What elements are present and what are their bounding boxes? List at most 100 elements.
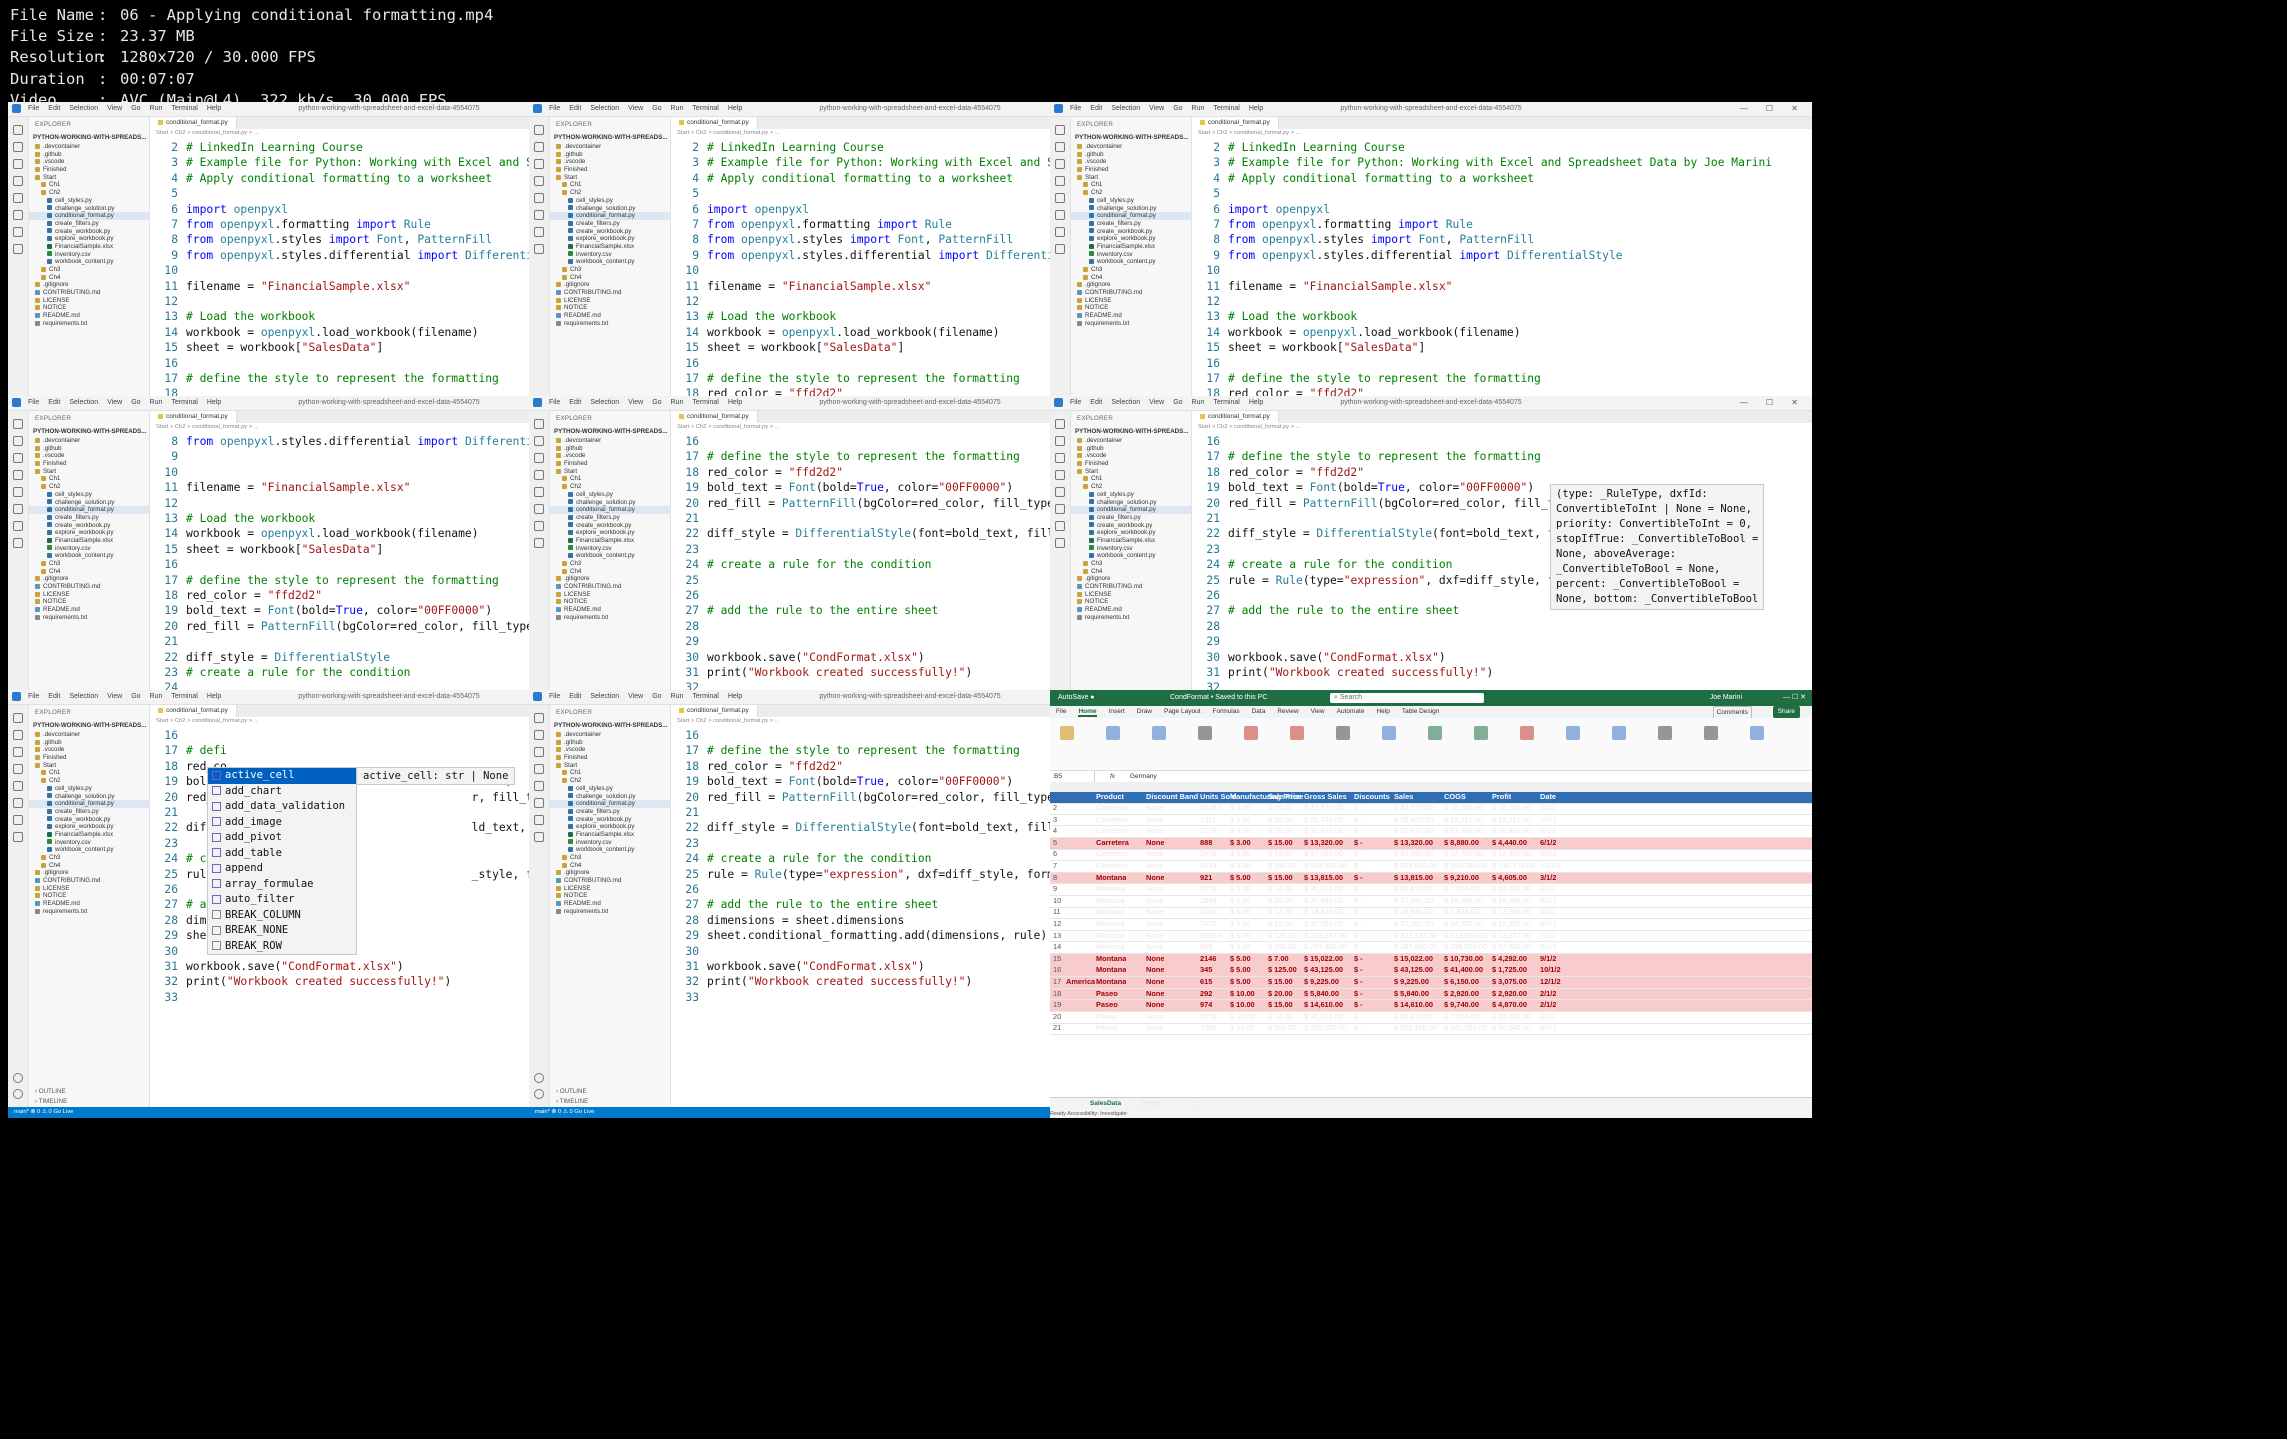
- explorer-icon[interactable]: [534, 419, 544, 429]
- tree-item[interactable]: .devcontainer: [1071, 437, 1191, 445]
- autocomplete-item[interactable]: auto_filter: [208, 892, 356, 908]
- tree-item[interactable]: workbook_content.py: [550, 258, 670, 266]
- tree-item[interactable]: .vscode: [29, 158, 149, 166]
- tree-item[interactable]: explore_workbook.py: [550, 823, 670, 831]
- tree-item[interactable]: create_filters.py: [550, 808, 670, 816]
- tree-item[interactable]: LICENSE: [550, 885, 670, 893]
- tree-item[interactable]: conditional_format.py: [29, 506, 149, 514]
- project-title[interactable]: PYTHON-WORKING-WITH-SPREADS...: [554, 428, 667, 435]
- run-debug-icon[interactable]: [1055, 470, 1065, 480]
- tree-item[interactable]: README.md: [550, 606, 670, 614]
- tree-item[interactable]: FinancialSample.xlsx: [1071, 537, 1191, 545]
- search-icon[interactable]: [534, 436, 544, 446]
- ribbon-button[interactable]: [1382, 726, 1396, 740]
- column-header[interactable]: COGS: [1444, 792, 1466, 803]
- source-control-icon[interactable]: [13, 747, 23, 757]
- column-header[interactable]: Discounts: [1354, 792, 1390, 803]
- tree-item[interactable]: cell_styles.py: [29, 491, 149, 499]
- tree-item[interactable]: challenge_solution.py: [1071, 499, 1191, 507]
- editor-tab[interactable]: conditional_format.py: [671, 117, 758, 129]
- table-row[interactable]: 4 Carretera None 2178 $ 3.00 $ 15.00 $ 32,670.…: [1050, 826, 1812, 838]
- tree-item[interactable]: create_workbook.py: [1071, 522, 1191, 530]
- tree-item[interactable]: Ch2: [550, 777, 670, 785]
- tree-item[interactable]: cell_styles.py: [550, 785, 670, 793]
- explorer-icon[interactable]: [1055, 419, 1065, 429]
- tree-item[interactable]: README.md: [1071, 606, 1191, 614]
- table-row[interactable]: 18 Paseo None 292 $ 10.00 $ 20.00 $ 5,840.00 $ …: [1050, 988, 1812, 1001]
- tree-item[interactable]: Ch1: [1071, 181, 1191, 189]
- tree-item[interactable]: Finished: [550, 460, 670, 468]
- explorer-icon[interactable]: [13, 125, 23, 135]
- tree-item[interactable]: explore_workbook.py: [1071, 235, 1191, 243]
- name-box[interactable]: B5: [1054, 771, 1095, 782]
- tree-item[interactable]: README.md: [550, 900, 670, 908]
- tree-item[interactable]: Ch4: [1071, 274, 1191, 282]
- tree-item[interactable]: requirements.txt: [550, 614, 670, 622]
- extensions-icon[interactable]: [13, 193, 23, 203]
- explorer-icon[interactable]: [13, 419, 23, 429]
- tree-item[interactable]: Ch3: [550, 266, 670, 274]
- tree-item[interactable]: Ch4: [29, 274, 149, 282]
- autocomplete-item[interactable]: add_table: [208, 846, 356, 862]
- user-name[interactable]: Joe Marini: [1710, 690, 1742, 706]
- tree-item[interactable]: FinancialSample.xlsx: [29, 537, 149, 545]
- run-debug-icon[interactable]: [13, 764, 23, 774]
- tree-item[interactable]: explore_workbook.py: [550, 529, 670, 537]
- editor-tab[interactable]: conditional_format.py: [150, 411, 237, 423]
- formula-value[interactable]: Germany: [1130, 771, 1157, 782]
- ribbon-tab-insert[interactable]: Insert: [1109, 708, 1125, 715]
- tree-item[interactable]: .gitignore: [29, 575, 149, 583]
- ribbon-button[interactable]: [1198, 726, 1212, 740]
- tree-item[interactable]: Ch4: [550, 274, 670, 282]
- tree-item[interactable]: inventory.csv: [29, 251, 149, 259]
- ribbon-button[interactable]: [1750, 726, 1764, 740]
- tree-item[interactable]: conditional_format.py: [550, 800, 670, 808]
- tree-item[interactable]: explore_workbook.py: [29, 823, 149, 831]
- tree-item[interactable]: explore_workbook.py: [1071, 529, 1191, 537]
- tree-item[interactable]: create_filters.py: [550, 514, 670, 522]
- extensions-icon[interactable]: [534, 193, 544, 203]
- tree-item[interactable]: Ch2: [1071, 483, 1191, 491]
- table-row[interactable]: 21 Paseo None 1006 $ 10.00 $ 350.00 $ 352,100.…: [1050, 1023, 1812, 1036]
- timeline-section[interactable]: › TIMELINE: [35, 1098, 67, 1105]
- ribbon-button[interactable]: [1336, 726, 1350, 740]
- tree-item[interactable]: challenge_solution.py: [29, 499, 149, 507]
- tree-item[interactable]: Start: [1071, 468, 1191, 476]
- tree-item[interactable]: .vscode: [29, 452, 149, 460]
- window-controls[interactable]: — ☐ ✕: [1783, 690, 1806, 706]
- tree-item[interactable]: FinancialSample.xlsx: [29, 831, 149, 839]
- tree-item[interactable]: Ch1: [550, 475, 670, 483]
- editor-tab[interactable]: conditional_format.py: [671, 411, 758, 423]
- extensions-icon[interactable]: [13, 487, 23, 497]
- table-row[interactable]: 3 Carretera None 1321 $ 3.00 $ 20.00 $ 26,420.…: [1050, 815, 1812, 827]
- tree-item[interactable]: conditional_format.py: [1071, 212, 1191, 220]
- project-title[interactable]: PYTHON-WORKING-WITH-SPREADS...: [33, 134, 146, 141]
- tree-item[interactable]: .gitignore: [550, 281, 670, 289]
- ribbon-button[interactable]: [1152, 726, 1166, 740]
- docker-icon[interactable]: [1055, 538, 1065, 548]
- source-control-icon[interactable]: [1055, 159, 1065, 169]
- project-title[interactable]: PYTHON-WORKING-WITH-SPREADS...: [33, 722, 146, 729]
- tree-item[interactable]: .devcontainer: [550, 143, 670, 151]
- tree-item[interactable]: Finished: [29, 754, 149, 762]
- ribbon-tab-help[interactable]: Help: [1376, 708, 1389, 715]
- tree-item[interactable]: Ch2: [550, 189, 670, 197]
- tree-item[interactable]: Ch4: [29, 568, 149, 576]
- window-controls[interactable]: — ☐ ✕: [1740, 104, 1806, 113]
- tree-item[interactable]: inventory.csv: [550, 545, 670, 553]
- docker-icon[interactable]: [13, 244, 23, 254]
- ribbon-button[interactable]: [1106, 726, 1120, 740]
- table-row[interactable]: 12 Montana None 2470 $ 5.00 $ 15.00 $ 37,050.0…: [1050, 919, 1812, 931]
- run-debug-icon[interactable]: [13, 176, 23, 186]
- ribbon-button[interactable]: [1520, 726, 1534, 740]
- search-box[interactable]: ⌕ Search: [1330, 693, 1484, 703]
- tree-item[interactable]: FinancialSample.xlsx: [550, 243, 670, 251]
- autocomplete-item[interactable]: BREAK_NONE: [208, 923, 356, 939]
- tree-item[interactable]: Ch4: [29, 862, 149, 870]
- table-row[interactable]: 6 Carretera None 2470 $ 3.00 $ 15.00 $ 37,050.…: [1050, 849, 1812, 862]
- editor-tab[interactable]: conditional_format.py: [1192, 117, 1279, 129]
- testing-icon[interactable]: [13, 227, 23, 237]
- tree-item[interactable]: Start: [29, 468, 149, 476]
- project-title[interactable]: PYTHON-WORKING-WITH-SPREADS...: [1075, 428, 1188, 435]
- ribbon-tab-automate[interactable]: Automate: [1337, 708, 1365, 715]
